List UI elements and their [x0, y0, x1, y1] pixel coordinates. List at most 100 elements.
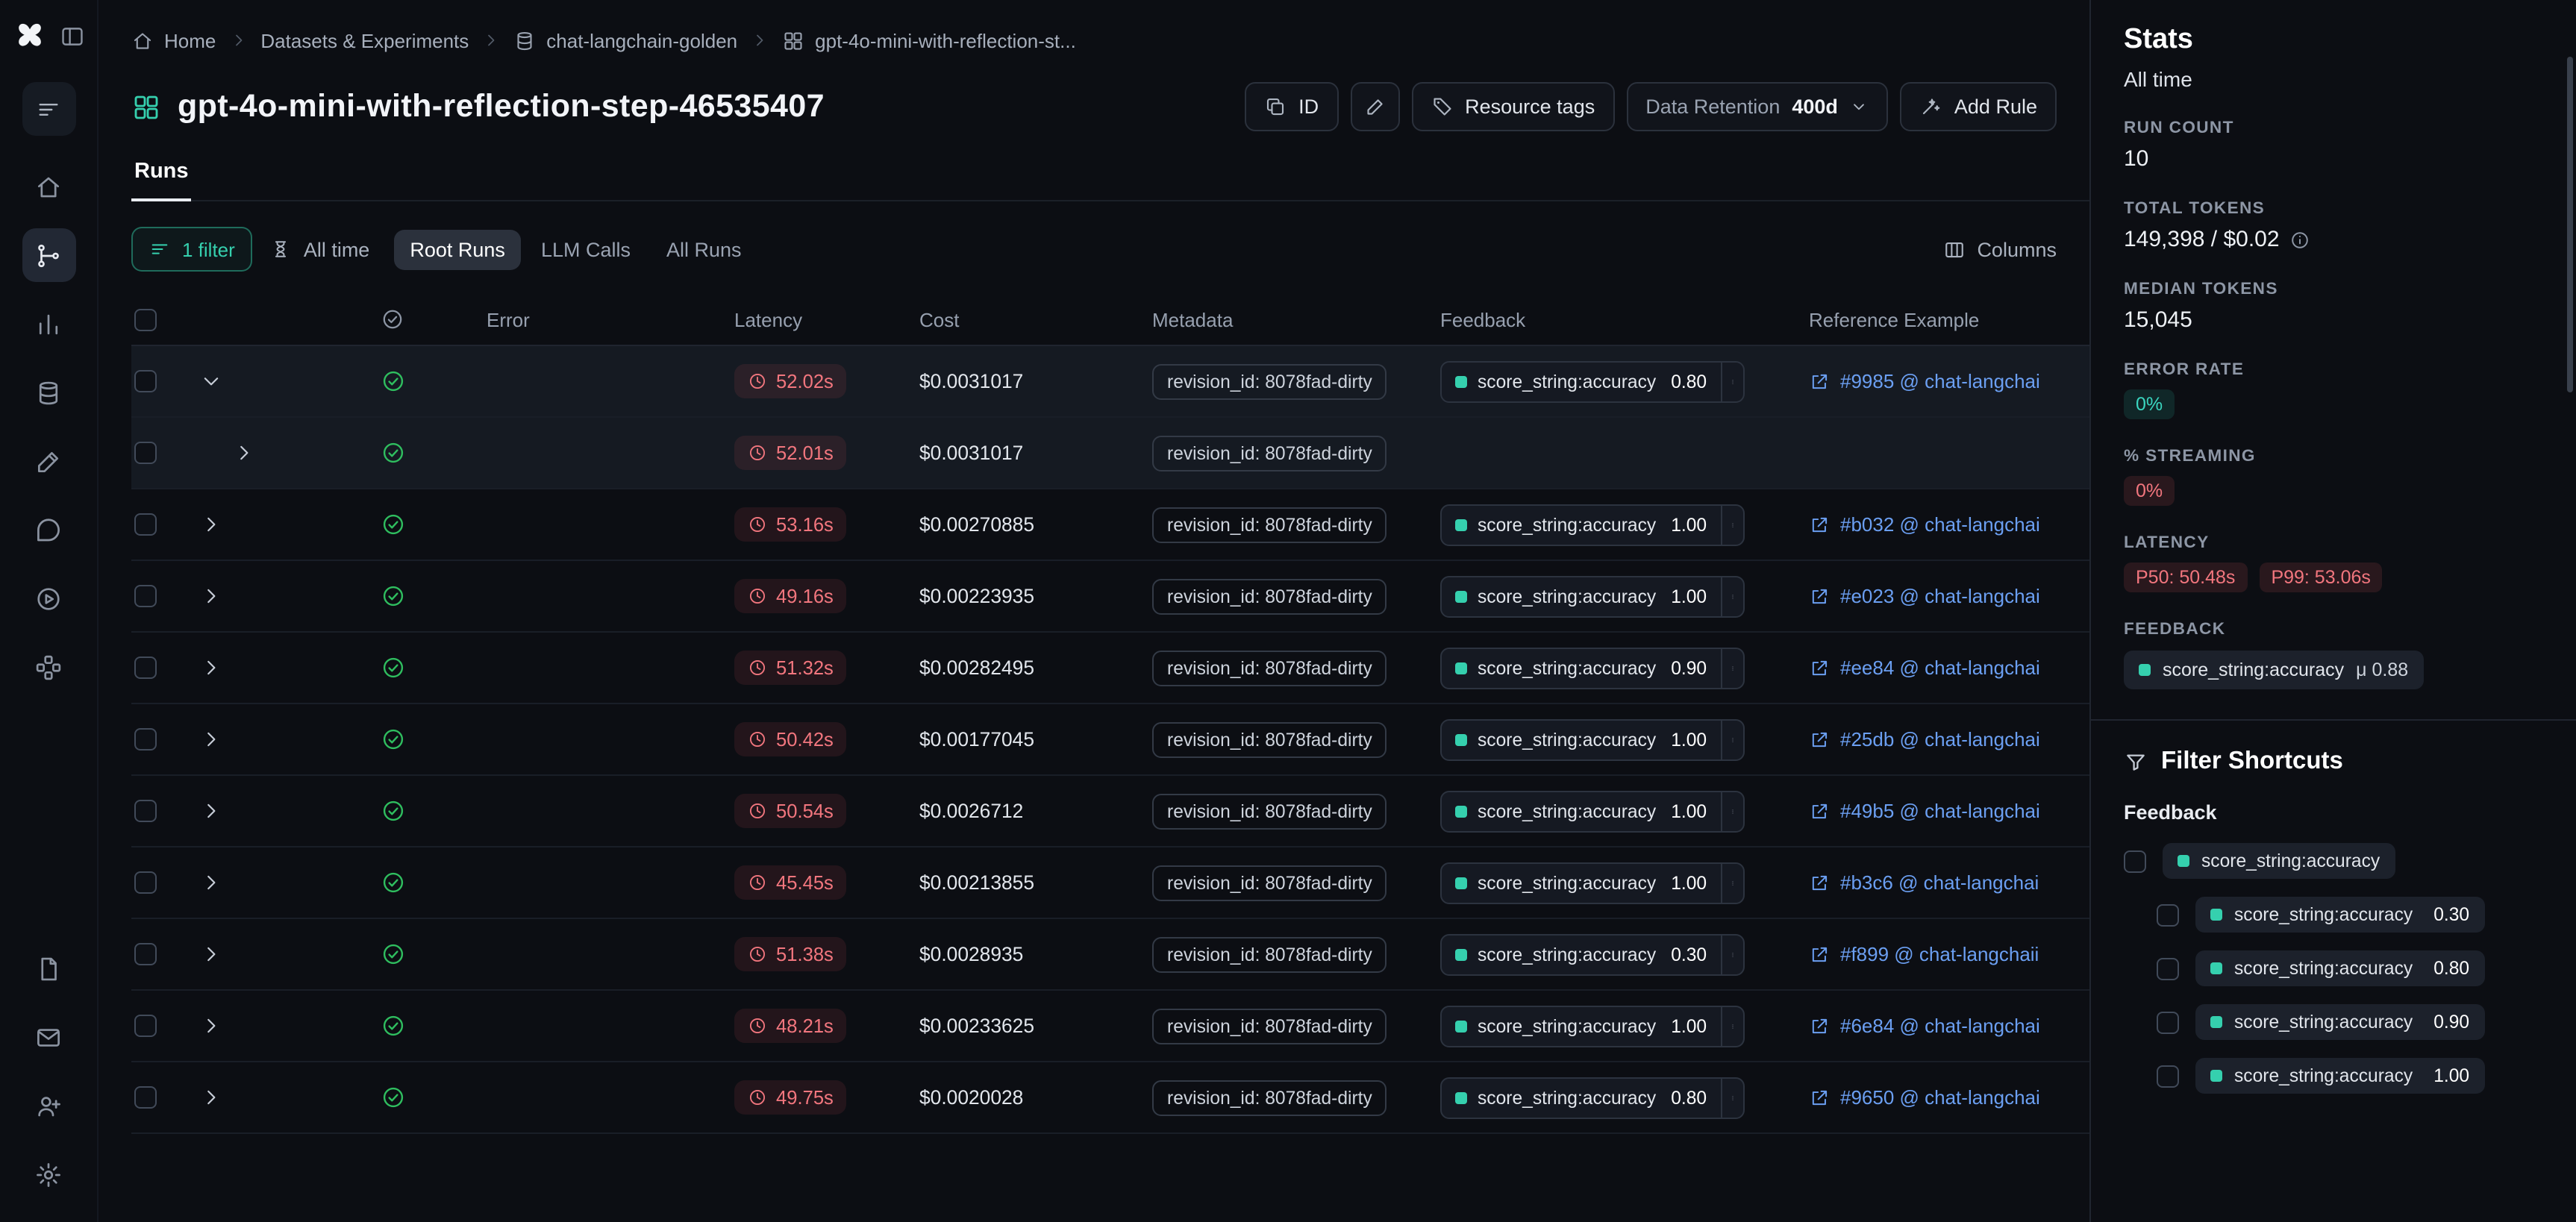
tab-runs[interactable]: Runs [131, 152, 192, 201]
sidebar-item-prompts[interactable] [22, 503, 75, 557]
time-range-button[interactable]: All time [271, 238, 370, 260]
sidebar-item-deployments[interactable] [22, 640, 75, 694]
info-icon[interactable] [2290, 229, 2311, 250]
row-checkbox[interactable] [134, 370, 157, 392]
metadata-chip[interactable]: revision_id: 8078fad-dirty [1152, 363, 1387, 399]
chevron-right-icon[interactable] [200, 728, 222, 751]
kebab-menu-icon[interactable] [1722, 944, 1742, 965]
shortcut-option-checkbox[interactable] [2157, 1011, 2179, 1033]
reference-example-link[interactable]: #49b5 @ chat-langchai [1809, 800, 2040, 822]
metadata-chip[interactable]: revision_id: 8078fad-dirty [1152, 721, 1387, 757]
sidebar-item-tracing-projects[interactable] [22, 228, 75, 282]
kebab-menu-icon[interactable] [1722, 514, 1742, 535]
shortcut-option-checkbox[interactable] [2157, 1065, 2179, 1087]
sidebar-item-annotation-queues[interactable] [22, 434, 75, 488]
row-checkbox[interactable] [134, 1015, 157, 1037]
breadcrumb-datasets[interactable]: Datasets & Experiments [260, 29, 469, 51]
feedback-chip[interactable]: score_string:accuracy1.00 [1440, 790, 1744, 832]
feedback-chip[interactable]: score_string:accuracy1.00 [1440, 862, 1744, 903]
row-checkbox[interactable] [134, 513, 157, 536]
resource-tags-button[interactable]: Resource tags [1411, 82, 1614, 131]
kebab-menu-icon[interactable] [1722, 657, 1742, 678]
feedback-chip[interactable]: score_string:accuracy0.80 [1440, 360, 1744, 402]
reference-example-link[interactable]: #b032 @ chat-langchai [1809, 513, 2040, 536]
kebab-menu-icon[interactable] [1722, 371, 1742, 392]
chevron-right-icon[interactable] [200, 513, 222, 536]
data-retention-dropdown[interactable]: Data Retention 400d [1626, 82, 1889, 131]
kebab-menu-icon[interactable] [1722, 586, 1742, 607]
add-rule-button[interactable]: Add Rule [1901, 82, 2057, 131]
breadcrumb-experiment[interactable]: gpt-4o-mini-with-reflection-st... [782, 29, 1076, 51]
shortcut-option-checkbox[interactable] [2157, 957, 2179, 980]
copy-id-button[interactable]: ID [1245, 82, 1338, 131]
metadata-chip[interactable]: revision_id: 8078fad-dirty [1152, 578, 1387, 614]
edit-button[interactable] [1350, 82, 1399, 131]
table-row[interactable]: 48.21s$0.00233625revision_id: 8078fad-di… [131, 991, 2089, 1062]
shortcut-parent-chip[interactable]: score_string:accuracy [2163, 843, 2395, 879]
quick-filters-button[interactable] [22, 82, 75, 136]
table-row[interactable]: 53.16s$0.00270885revision_id: 8078fad-di… [131, 489, 2089, 561]
metadata-chip[interactable]: revision_id: 8078fad-dirty [1152, 1008, 1387, 1044]
reference-example-link[interactable]: #25db @ chat-langchai [1809, 728, 2040, 751]
sidebar-item-settings[interactable] [22, 1147, 75, 1201]
metadata-chip[interactable]: revision_id: 8078fad-dirty [1152, 936, 1387, 972]
table-row[interactable]: 49.75s$0.0020028revision_id: 8078fad-dir… [131, 1062, 2089, 1134]
reference-example-link[interactable]: #6e84 @ chat-langchai [1809, 1015, 2040, 1037]
shortcut-option-checkbox[interactable] [2157, 903, 2179, 926]
kebab-menu-icon[interactable] [1722, 1015, 1742, 1036]
table-row[interactable]: 52.02s$0.0031017revision_id: 8078fad-dir… [131, 346, 2089, 418]
feedback-chip[interactable]: score_string:accuracy0.30 [1440, 933, 1744, 975]
kebab-menu-icon[interactable] [1722, 872, 1742, 893]
feedback-chip[interactable]: score_string:accuracy1.00 [1440, 1005, 1744, 1047]
chevron-right-icon[interactable] [200, 800, 222, 822]
select-all-checkbox[interactable] [134, 308, 157, 330]
row-checkbox[interactable] [134, 728, 157, 751]
row-checkbox[interactable] [134, 871, 157, 894]
sidebar-item-playground[interactable] [22, 571, 75, 625]
row-checkbox[interactable] [134, 943, 157, 965]
reference-example-link[interactable]: #f899 @ chat-langchaii [1809, 943, 2039, 965]
kebab-menu-icon[interactable] [1722, 800, 1742, 821]
feedback-chip[interactable]: score_string:accuracy1.00 [1440, 504, 1744, 545]
table-row[interactable]: 50.42s$0.00177045revision_id: 8078fad-di… [131, 704, 2089, 776]
chevron-down-icon[interactable] [200, 370, 222, 392]
shortcut-option-chip[interactable]: score_string:accuracy0.90 [2195, 1004, 2484, 1040]
filter-count-button[interactable]: 1 filter [131, 227, 253, 272]
reference-example-link[interactable]: #9985 @ chat-langchai [1809, 370, 2040, 392]
table-row[interactable]: 45.45s$0.00213855revision_id: 8078fad-di… [131, 847, 2089, 919]
reference-example-link[interactable]: #9650 @ chat-langchai [1809, 1086, 2040, 1109]
shortcut-option-chip[interactable]: score_string:accuracy0.30 [2195, 897, 2484, 933]
metadata-chip[interactable]: revision_id: 8078fad-dirty [1152, 793, 1387, 829]
chevron-right-icon[interactable] [200, 871, 222, 894]
table-row[interactable]: 51.38s$0.0028935revision_id: 8078fad-dir… [131, 919, 2089, 991]
table-row[interactable]: 50.54s$0.0026712revision_id: 8078fad-dir… [131, 776, 2089, 847]
row-checkbox[interactable] [134, 657, 157, 679]
table-row[interactable]: 49.16s$0.00223935revision_id: 8078fad-di… [131, 561, 2089, 633]
scrollbar-thumb[interactable] [2567, 57, 2573, 392]
shortcut-parent-checkbox[interactable] [2124, 850, 2146, 872]
feedback-chip[interactable]: score_string:accuracy1.00 [1440, 718, 1744, 760]
row-checkbox[interactable] [134, 585, 157, 607]
breadcrumb-home[interactable]: Home [131, 29, 216, 51]
feedback-chip[interactable]: score_string:accuracy1.00 [1440, 575, 1744, 617]
sidebar-item-invite-members[interactable] [22, 1079, 75, 1132]
metadata-chip[interactable]: revision_id: 8078fad-dirty [1152, 865, 1387, 900]
row-checkbox[interactable] [134, 800, 157, 822]
segment-llm-calls[interactable]: LLM Calls [525, 229, 647, 269]
chevron-right-icon[interactable] [200, 1015, 222, 1037]
shortcut-option-chip[interactable]: score_string:accuracy1.00 [2195, 1058, 2484, 1094]
feedback-chip[interactable]: score_string:accuracy0.90 [1440, 647, 1744, 689]
segment-all-runs[interactable]: All Runs [650, 229, 758, 269]
chevron-right-icon[interactable] [233, 442, 255, 464]
table-row[interactable]: 52.01s$0.0031017revision_id: 8078fad-dir… [131, 418, 2089, 489]
chevron-right-icon[interactable] [200, 1086, 222, 1109]
reference-example-link[interactable]: #e023 @ chat-langchai [1809, 585, 2040, 607]
segment-root-runs[interactable]: Root Runs [393, 229, 522, 269]
feedback-summary-chip[interactable]: score_string:accuracy μ 0.88 [2124, 651, 2423, 689]
columns-button[interactable]: Columns [1942, 238, 2057, 260]
metadata-chip[interactable]: revision_id: 8078fad-dirty [1152, 435, 1387, 471]
reference-example-link[interactable]: #ee84 @ chat-langchai [1809, 657, 2040, 679]
sidebar-item-docs[interactable] [22, 941, 75, 995]
sidebar-item-feedback[interactable] [22, 1010, 75, 1064]
metadata-chip[interactable]: revision_id: 8078fad-dirty [1152, 1080, 1387, 1115]
